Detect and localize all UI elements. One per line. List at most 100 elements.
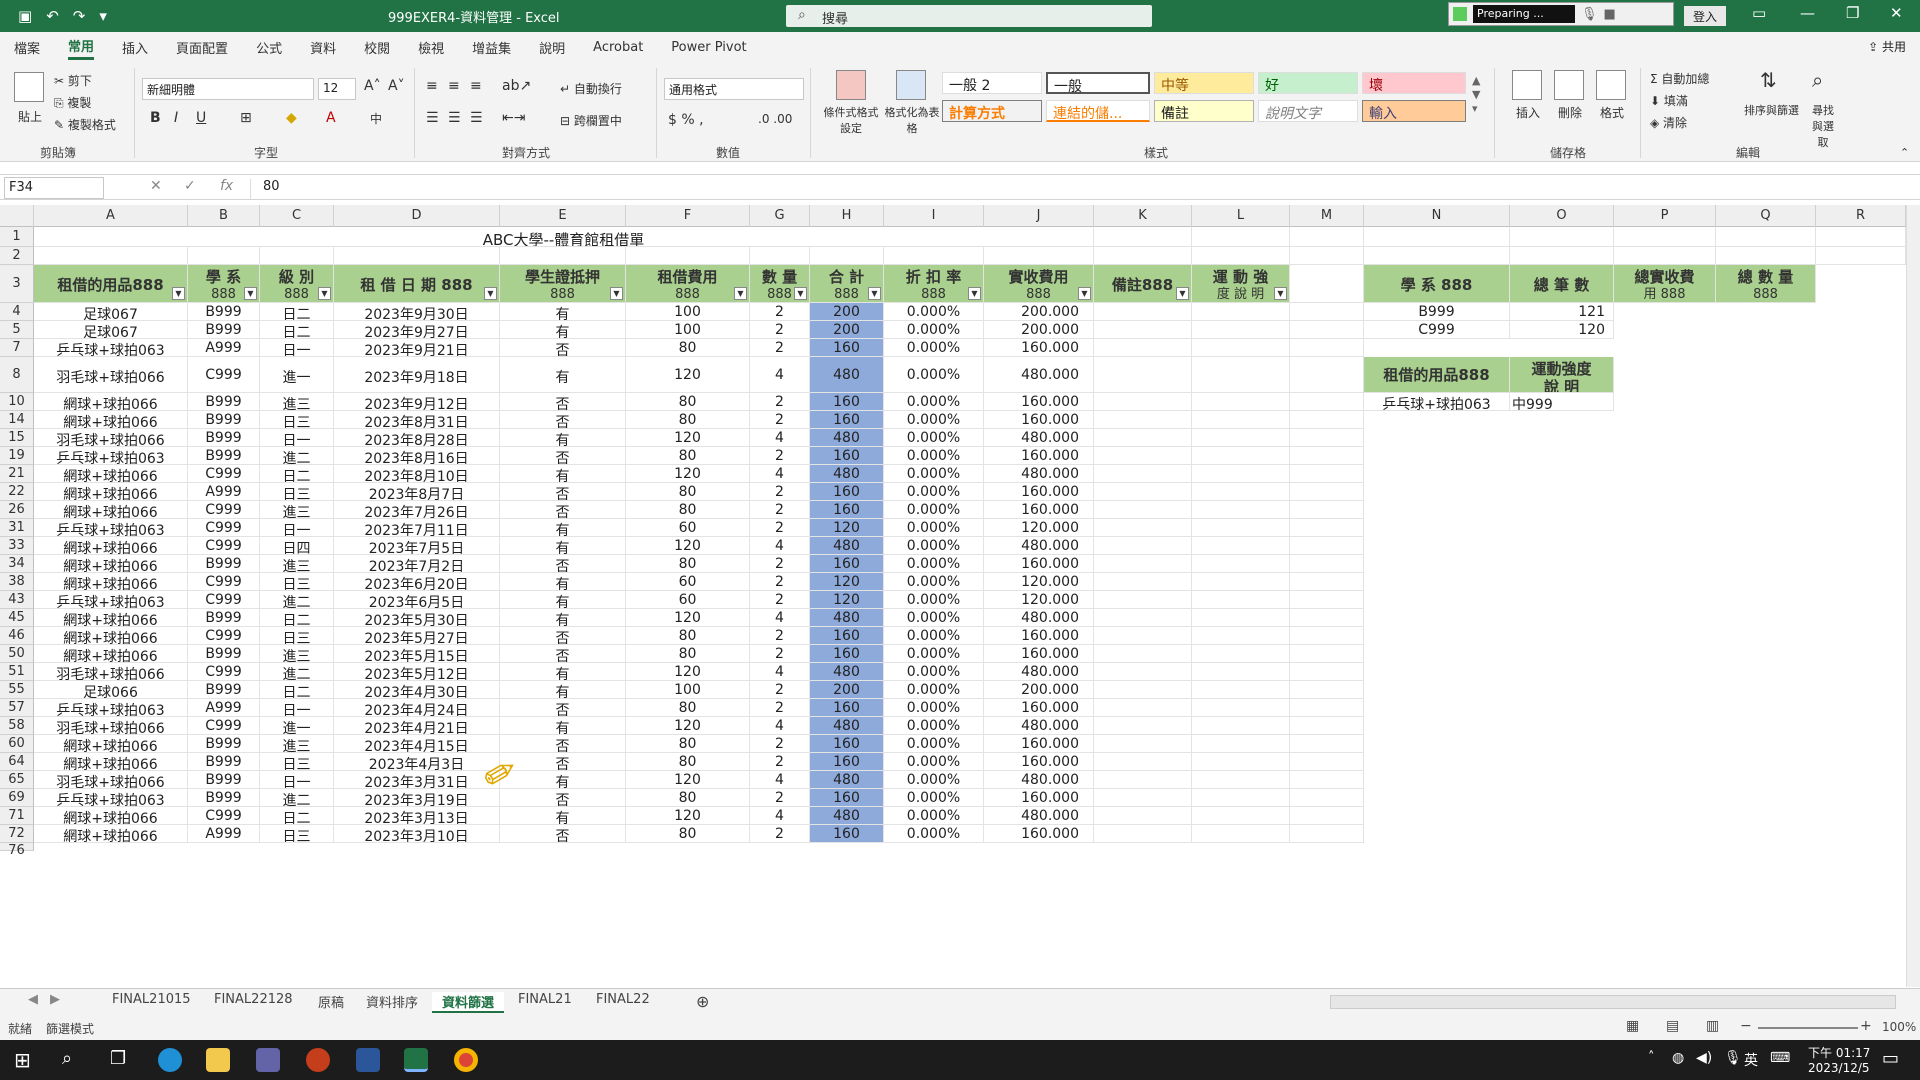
edge-icon[interactable]: [158, 1048, 182, 1072]
data-cell-total[interactable]: 160: [810, 789, 884, 807]
data-cell-department[interactable]: A999: [188, 483, 260, 501]
network-icon[interactable]: ◍: [1672, 1050, 1684, 1066]
row-header[interactable]: 46: [0, 627, 34, 645]
empty-cell[interactable]: [1290, 411, 1364, 429]
header-level[interactable]: 級 別 888 ▼: [260, 265, 334, 303]
data-cell-date[interactable]: 2023年7月26日: [334, 501, 500, 519]
minimize-icon[interactable]: —: [1800, 4, 1815, 22]
data-cell-level[interactable]: 進一: [260, 357, 334, 393]
empty-cell[interactable]: [1290, 735, 1364, 753]
data-cell-total[interactable]: 160: [810, 699, 884, 717]
wrap-text-button[interactable]: ↵ 自動換行: [560, 80, 622, 97]
empty-cell[interactable]: [500, 247, 626, 265]
data-cell-total[interactable]: 200: [810, 303, 884, 321]
data-cell-level[interactable]: 進一: [260, 717, 334, 735]
empty-cell[interactable]: [1192, 663, 1290, 681]
empty-cell[interactable]: [1290, 247, 1364, 265]
empty-cell[interactable]: [1094, 227, 1192, 247]
row-header[interactable]: 31: [0, 519, 34, 537]
data-cell-quantity[interactable]: 2: [750, 321, 810, 339]
column-header[interactable]: G: [750, 205, 810, 227]
data-cell-received[interactable]: 160.000: [984, 627, 1094, 645]
data-cell-quantity[interactable]: 2: [750, 645, 810, 663]
data-cell-level[interactable]: 日二: [260, 807, 334, 825]
row-header[interactable]: 71: [0, 807, 34, 825]
data-cell-discount[interactable]: 0.000%: [884, 573, 984, 591]
data-cell-total[interactable]: 120: [810, 573, 884, 591]
data-cell-item[interactable]: 羽毛球+球拍066: [34, 771, 188, 789]
volume-icon[interactable]: ◀): [1696, 1050, 1712, 1066]
data-cell-discount[interactable]: 0.000%: [884, 303, 984, 321]
data-cell-id-deposit[interactable]: 否: [500, 393, 626, 411]
row-header[interactable]: 34: [0, 555, 34, 573]
data-cell-item[interactable]: 網球+球拍066: [34, 465, 188, 483]
empty-cell[interactable]: [984, 247, 1094, 265]
data-cell-quantity[interactable]: 4: [750, 717, 810, 735]
data-cell-discount[interactable]: 0.000%: [884, 825, 984, 843]
zoom-slider[interactable]: [1758, 1027, 1858, 1029]
row-header[interactable]: 76: [0, 843, 34, 858]
data-cell-id-deposit[interactable]: 否: [500, 645, 626, 663]
data-cell-received[interactable]: 160.000: [984, 699, 1094, 717]
column-header[interactable]: F: [626, 205, 750, 227]
data-cell-fee[interactable]: 80: [626, 555, 750, 573]
data-cell-id-deposit[interactable]: 否: [500, 411, 626, 429]
data-cell-received[interactable]: 160.000: [984, 447, 1094, 465]
filter-dropdown-icon[interactable]: ▼: [1078, 287, 1091, 300]
data-cell-date[interactable]: 2023年9月18日: [334, 357, 500, 393]
empty-cell[interactable]: [1192, 591, 1290, 609]
data-cell-total[interactable]: 160: [810, 735, 884, 753]
data-cell-fee[interactable]: 80: [626, 753, 750, 771]
data-cell-total[interactable]: 480: [810, 429, 884, 447]
empty-cell[interactable]: [1290, 573, 1364, 591]
data-cell-level[interactable]: 日一: [260, 429, 334, 447]
empty-cell[interactable]: [1094, 699, 1192, 717]
data-cell-item[interactable]: 網球+球拍066: [34, 627, 188, 645]
bold-icon[interactable]: B: [150, 110, 161, 126]
search-box[interactable]: ⌕ 搜尋: [786, 5, 1152, 27]
empty-cell[interactable]: [1192, 771, 1290, 789]
style-note[interactable]: 備註: [1154, 100, 1254, 122]
empty-cell[interactable]: [1094, 519, 1192, 537]
conditional-format-icon[interactable]: [836, 70, 866, 100]
empty-cell[interactable]: [1290, 465, 1364, 483]
data-cell-fee[interactable]: 60: [626, 591, 750, 609]
empty-cell[interactable]: [1290, 519, 1364, 537]
align-middle-icon[interactable]: ≡: [448, 78, 460, 94]
tab-home[interactable]: 常用: [68, 34, 95, 60]
empty-cell[interactable]: [1290, 663, 1364, 681]
empty-cell[interactable]: [34, 247, 188, 265]
summary-department[interactable]: C999: [1364, 321, 1510, 339]
style-linked-cell[interactable]: 連結的儲...: [1046, 100, 1150, 122]
data-cell-id-deposit[interactable]: 否: [500, 447, 626, 465]
data-cell-fee[interactable]: 100: [626, 321, 750, 339]
data-cell-quantity[interactable]: 4: [750, 807, 810, 825]
data-cell-quantity[interactable]: 2: [750, 735, 810, 753]
empty-cell[interactable]: [1290, 429, 1364, 447]
clock-date[interactable]: 2023/12/5: [1808, 1061, 1870, 1075]
worksheet-grid[interactable]: ABCDEFGHIJKLMNOPQR 1 2 3 4 5 7 8 10 14 15 19 21 22 26…: [0, 205, 1906, 987]
data-cell-date[interactable]: 2023年3月19日: [334, 789, 500, 807]
formula-input[interactable]: 80: [250, 179, 1900, 199]
collapse-ribbon-icon[interactable]: ⌃: [1900, 146, 1909, 159]
filter-dropdown-icon[interactable]: ▼: [244, 287, 257, 300]
header-note[interactable]: 備註888 ▼: [1094, 265, 1192, 303]
empty-cell[interactable]: [1094, 807, 1192, 825]
data-cell-level[interactable]: 進二: [260, 663, 334, 681]
empty-cell[interactable]: [1290, 227, 1364, 247]
sheet-tab-filter[interactable]: 資料篩選: [432, 992, 505, 1013]
empty-cell[interactable]: [1290, 681, 1364, 699]
data-cell-discount[interactable]: 0.000%: [884, 807, 984, 825]
underline-icon[interactable]: U: [196, 110, 206, 126]
clock-time[interactable]: 下午 01:17: [1808, 1044, 1870, 1061]
data-cell-level[interactable]: 日三: [260, 825, 334, 843]
tab-file[interactable]: 檔案: [14, 36, 40, 59]
empty-cell[interactable]: [1290, 321, 1364, 339]
data-cell-date[interactable]: 2023年6月5日: [334, 591, 500, 609]
data-cell-discount[interactable]: 0.000%: [884, 789, 984, 807]
data-cell-received[interactable]: 160.000: [984, 555, 1094, 573]
row-header[interactable]: 38: [0, 573, 34, 591]
empty-cell[interactable]: [1094, 357, 1192, 393]
empty-cell[interactable]: [1290, 825, 1364, 843]
data-cell-total[interactable]: 160: [810, 447, 884, 465]
